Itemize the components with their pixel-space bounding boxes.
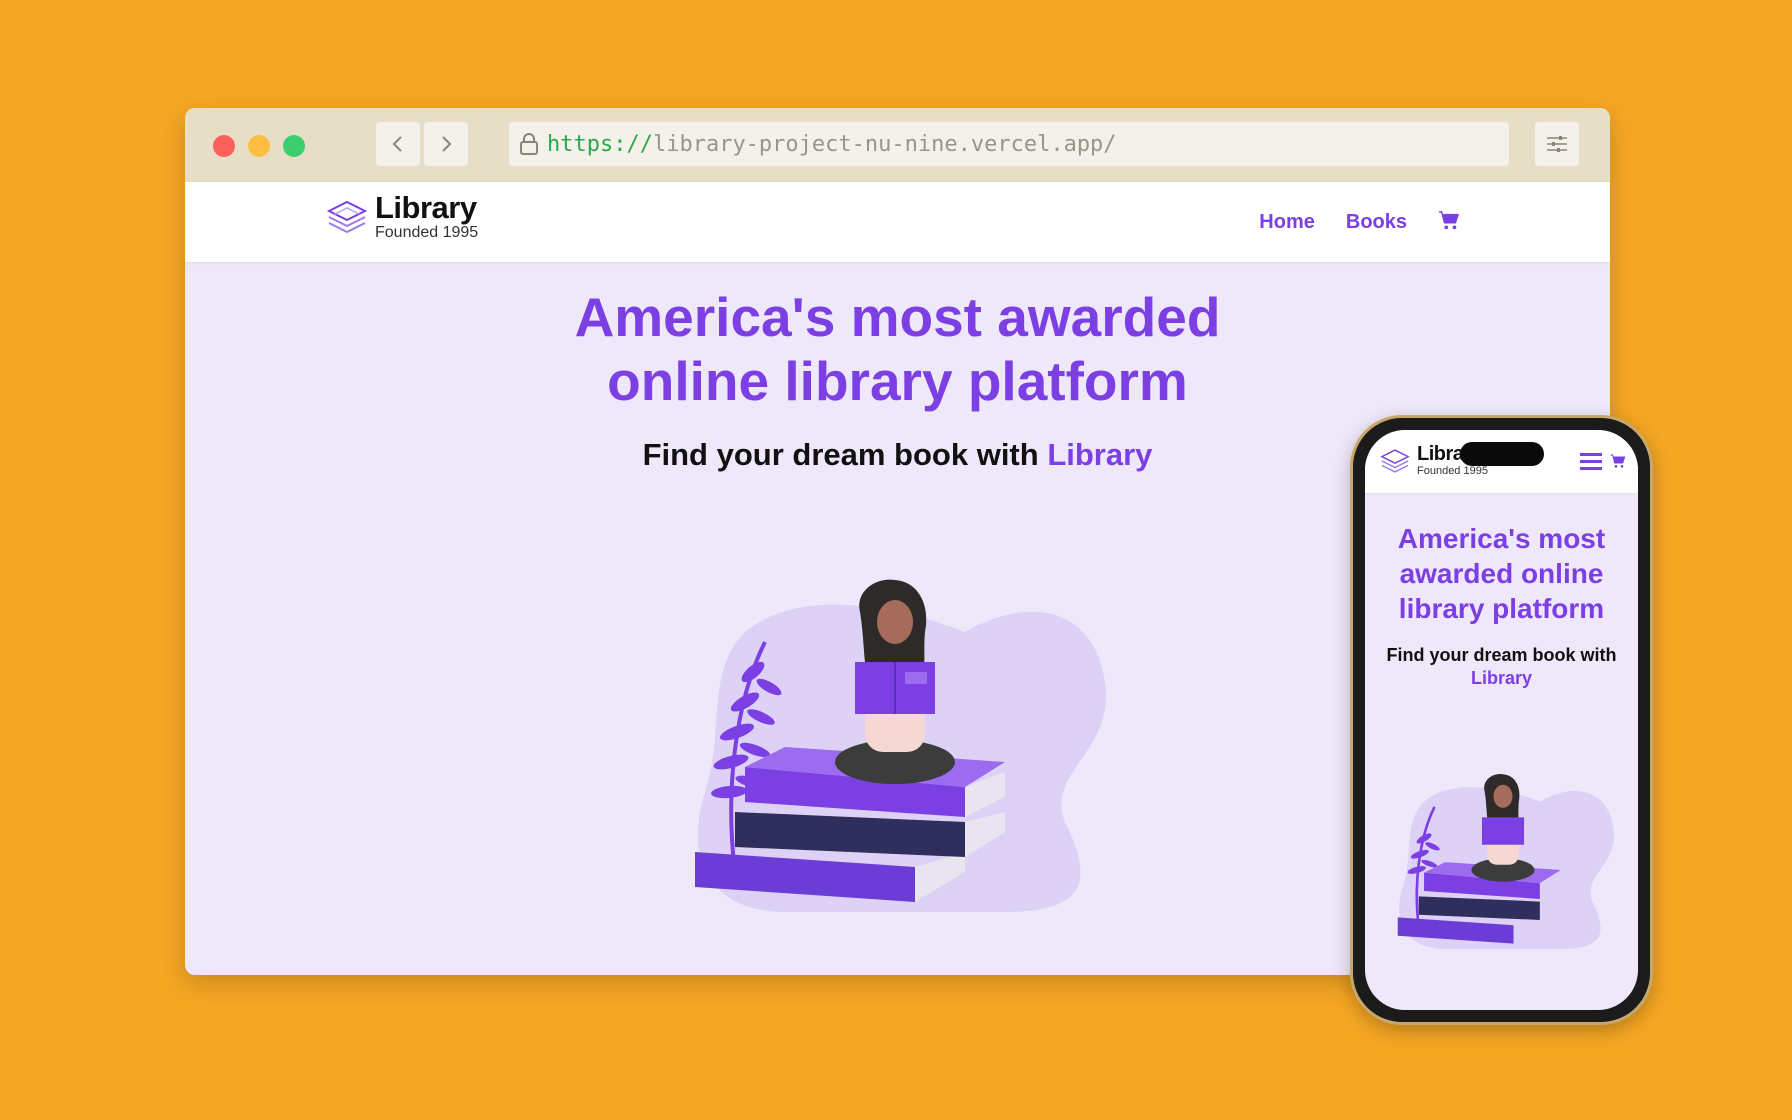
reading-woman-illustration (695, 579, 1106, 912)
phone-screen: Library Founded 1995 America's most awar… (1365, 430, 1638, 1010)
logo-title: Library (375, 190, 477, 225)
mobile-hero-subtitle-accent: Library (1470, 668, 1533, 688)
phone-mockup: Library Founded 1995 America's most awar… (1350, 415, 1653, 1025)
logo-subtitle: Founded 1995 (375, 224, 479, 241)
sliders-icon (1547, 136, 1567, 152)
hero-subtitle-text: Find your dream book with (642, 437, 1048, 472)
books-stack-logo-icon (1380, 448, 1410, 473)
close-window-button[interactable] (213, 135, 235, 157)
chevron-right-icon (442, 136, 452, 152)
url-scheme: https:// (547, 131, 653, 157)
nav-home-link[interactable]: Home (1259, 211, 1315, 234)
back-button[interactable] (376, 122, 420, 166)
cart-icon[interactable] (1610, 453, 1626, 474)
settings-button[interactable] (1535, 122, 1579, 166)
mobile-hero-title: America's most awarded online library pl… (1397, 523, 1606, 624)
site-navbar: Library Founded 1995 Home Books (185, 182, 1610, 262)
chevron-left-icon (392, 136, 402, 152)
maximize-window-button[interactable] (283, 135, 305, 157)
mobile-hero-subtitle: Find your dream book with Library (1365, 644, 1638, 690)
nav-links: Home Books (1259, 182, 1460, 262)
forward-button[interactable] (424, 122, 468, 166)
lock-icon (519, 133, 539, 155)
url-host: library-project-nu-nine.vercel.app/ (652, 131, 1117, 157)
cart-icon[interactable] (1438, 209, 1460, 236)
hero-title: America's most awarded online library pl… (574, 286, 1221, 412)
mobile-reading-woman-illustration (1397, 774, 1615, 949)
hamburger-menu-icon[interactable] (1580, 452, 1602, 475)
dynamic-island (1460, 442, 1544, 466)
site-logo[interactable]: Library Founded 1995 (325, 192, 478, 241)
mobile-logo-subtitle: Founded 1995 (1417, 465, 1488, 477)
browser-toolbar: https://library-project-nu-nine.vercel.a… (185, 108, 1610, 182)
mobile-hero-section: America's most awarded online library pl… (1365, 493, 1638, 690)
address-bar[interactable]: https://library-project-nu-nine.vercel.a… (509, 122, 1509, 166)
hero-subtitle-accent: Library (1047, 437, 1153, 472)
nav-books-link[interactable]: Books (1346, 211, 1407, 234)
mobile-hero-subtitle-text: Find your dream book with (1386, 645, 1617, 665)
minimize-window-button[interactable] (248, 135, 270, 157)
books-stack-logo-icon (326, 200, 368, 233)
